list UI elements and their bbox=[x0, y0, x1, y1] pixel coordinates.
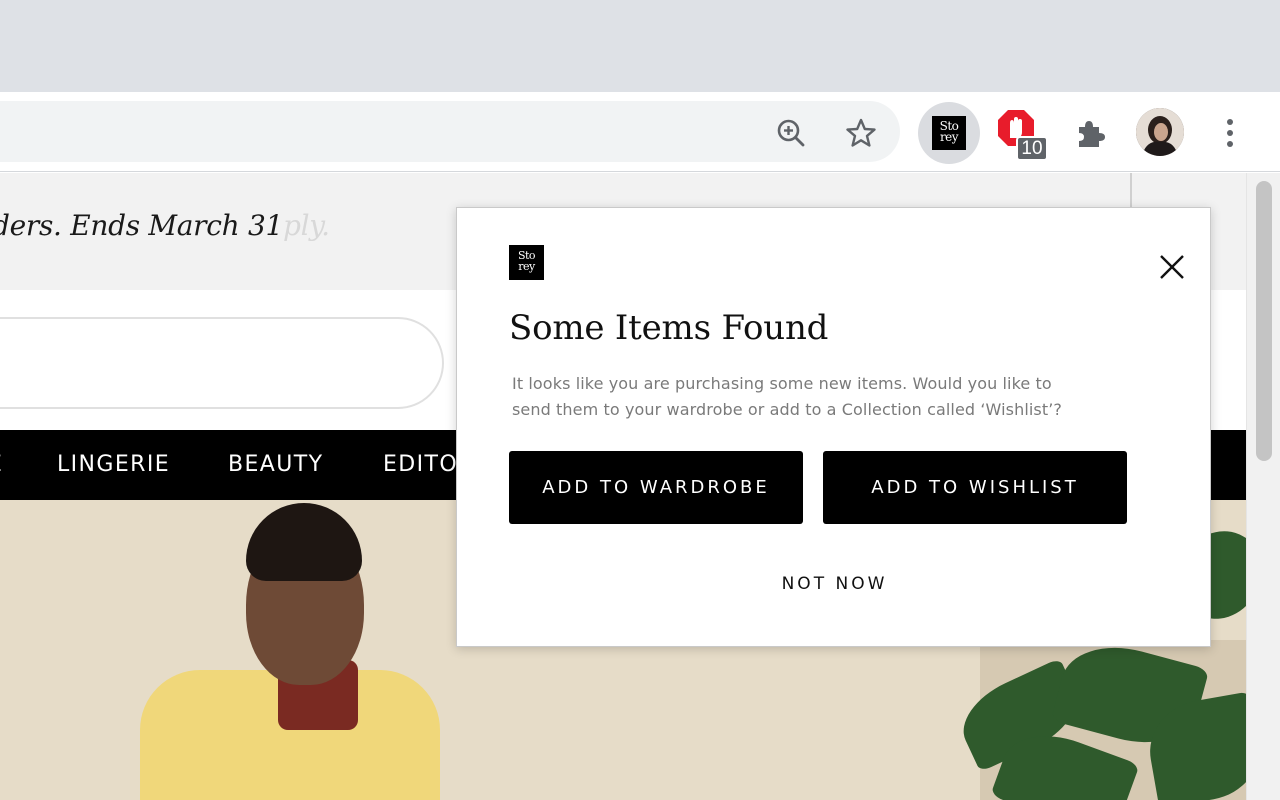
storey-popup-dialog: Sto rey Some Items Found It looks like y… bbox=[456, 207, 1211, 647]
adblock-count-badge: 10 bbox=[1016, 136, 1048, 161]
popup-title: Some Items Found bbox=[509, 308, 829, 348]
page-scrollbar[interactable] bbox=[1246, 173, 1280, 800]
puzzle-icon[interactable] bbox=[1068, 112, 1110, 154]
profile-avatar[interactable] bbox=[1136, 108, 1184, 156]
zoom-in-icon[interactable] bbox=[770, 112, 812, 154]
browser-tabstrip bbox=[0, 0, 1280, 92]
not-now-button[interactable]: NOT NOW bbox=[457, 574, 1212, 594]
bookmark-star-icon[interactable] bbox=[840, 112, 882, 154]
adblock-icon[interactable]: 10 bbox=[996, 108, 1052, 164]
site-search-input[interactable] bbox=[0, 317, 444, 409]
storey-extension-icon[interactable]: Sto rey bbox=[918, 102, 980, 164]
storey-logo: Sto rey bbox=[509, 245, 544, 280]
kebab-menu-icon[interactable] bbox=[1212, 112, 1248, 154]
nav-item-beauty[interactable]: BEAUTY bbox=[228, 452, 323, 477]
close-icon[interactable] bbox=[1157, 252, 1187, 282]
browser-toolbar: Sto rey 10 bbox=[0, 92, 1280, 172]
promo-text: ders. Ends March 31ply. bbox=[0, 209, 330, 242]
nav-item-partial[interactable]: E bbox=[0, 452, 3, 477]
model-hair bbox=[246, 503, 362, 581]
nav-item-editorial[interactable]: EDITO bbox=[383, 452, 458, 477]
address-bar[interactable] bbox=[0, 101, 900, 162]
add-to-wishlist-button[interactable]: ADD TO WISHLIST bbox=[823, 451, 1127, 524]
scrollbar-thumb[interactable] bbox=[1256, 181, 1272, 461]
nav-item-lingerie[interactable]: LINGERIE bbox=[57, 452, 170, 477]
popup-message: It looks like you are purchasing some ne… bbox=[512, 374, 1063, 419]
add-to-wardrobe-button[interactable]: ADD TO WARDROBE bbox=[509, 451, 803, 524]
storey-logo: Sto rey bbox=[932, 116, 966, 150]
